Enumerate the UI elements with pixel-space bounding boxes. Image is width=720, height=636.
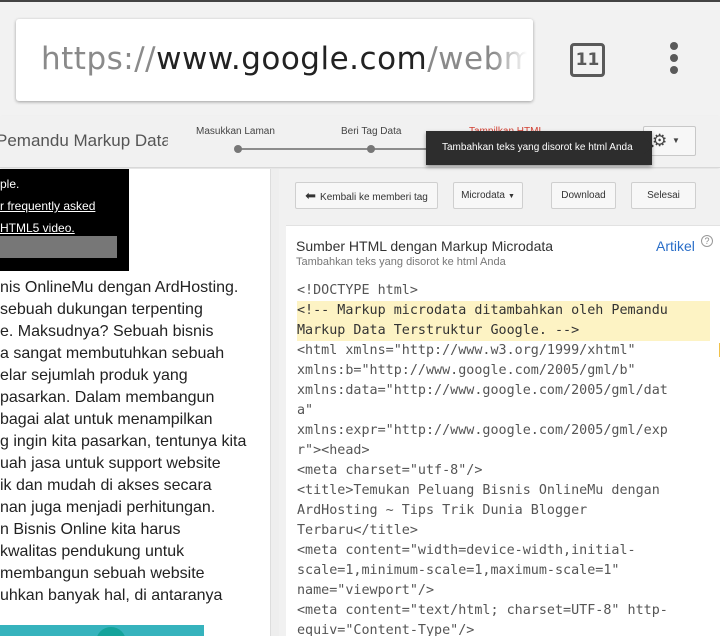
step-dot-2 [367,145,375,153]
video-link[interactable]: r frequently asked [0,199,129,221]
url-scheme: https:// [41,41,157,77]
source-subtitle: Tambahkan teks yang disorot ke html Anda [296,256,506,268]
html-output-pane: ⬅ Kembali ke memberi tag Microdata ▼ Downl… [279,169,720,636]
article-body[interactable]: nis OnlineMu dengan ArdHosting. sebuah d… [0,277,262,607]
article-line: nis OnlineMu dengan ArdHosting. [0,279,239,296]
article-line: bagai alat untuk menampilkan [0,411,213,428]
article-line: nan juga menjadi perhitungan. [0,499,216,516]
video-player[interactable]: ple. r frequently asked HTML5 video. [0,169,129,271]
tooltip-arrow [644,138,654,154]
pane-divider[interactable] [270,169,279,636]
step-label-1: Masukkan Laman [196,126,275,137]
more-vert-icon[interactable] [665,42,683,78]
article-line: g ingin kita pasarkan, tentunya kita [0,433,247,450]
code-line: xmlns:expr="http://www.google.com/2005/g… [297,423,668,438]
code-line: <meta content="text/html; charset=UTF-8"… [297,603,668,618]
url-text[interactable]: https://www.google.com/webmasters [41,41,533,77]
article-line: kwalitas pendukung untuk [0,543,185,560]
article-line: a sangat membutuhkan sebuah [0,345,225,362]
format-dropdown-label: Microdata [461,190,505,201]
code-line: xmlns:b="http://www.google.com/2005/gml/… [297,363,636,378]
code-line: <title>Temukan Peluang Bisnis OnlineMu d… [297,483,660,498]
code-line: <meta content="width=device-width,initia… [297,543,636,558]
code-line: <!DOCTYPE html> [297,283,418,298]
code-line: Terbaru</title> [297,523,418,538]
code-line: scale=1,minimum-scale=1,maximum-scale=1" [297,563,620,578]
article-line: pasarkan. Dalam membangun [0,389,215,406]
back-button-label: Kembali ke memberi tag [320,192,428,203]
article-line: n Bisnis Online kita harus [0,521,181,538]
code-line-highlighted: Markup Data Terstruktur Google. --> [297,321,710,341]
page-preview[interactable]: ple. r frequently asked HTML5 video. nis… [0,169,270,636]
browser-toolbar: https://www.google.com/webmasters 11 [0,0,720,116]
source-title: Sumber HTML dengan Markup Microdata [296,238,554,254]
caret-down-icon: ▼ [671,136,680,145]
article-line: sebuah dukungan terpenting [0,301,203,318]
article-line: elar sejumlah produk yang [0,367,188,384]
step-dot-1 [234,145,242,153]
url-bar[interactable]: https://www.google.com/webmasters [16,19,533,101]
code-line: <html xmlns="http://www.w3.org/1999/xhtm… [297,343,636,358]
code-line: ArdHosting ~ Tips Trik Dunia Blogger [297,503,588,518]
back-to-tagging-button[interactable]: ⬅ Kembali ke memberi tag [295,182,438,209]
caret-down-icon: ▼ [507,193,515,200]
video-progress-bar[interactable] [0,236,117,258]
page-title: Pemandu Markup Data Terstruktur [0,131,168,150]
format-dropdown[interactable]: Microdata ▼ [453,182,523,209]
article-line: uah jasa untuk support website [0,455,221,472]
finish-button[interactable]: Selesai [631,182,696,209]
download-button[interactable]: Download [551,182,616,209]
code-line-highlighted: <!-- Markup microdata ditambahkan oleh P… [297,301,710,321]
url-host: www.google.com [156,41,428,77]
article-line: e. Maksudnya? Sebuah bisnis [0,323,214,340]
url-fade [493,19,533,101]
step-label-2: Beri Tag Data [341,126,402,137]
code-line: <meta charset="utf-8"/> [297,463,483,478]
article-line: ik dan mudah di akses secara [0,477,212,494]
code-line: r"><head> [297,443,370,458]
code-line: equiv="Content-Type"/> [297,623,475,636]
tab-switcher-button[interactable]: 11 [570,43,605,77]
source-card: Sumber HTML dengan Markup Microdata Tamb… [286,225,720,636]
html-source-code[interactable]: <!DOCTYPE html> <!-- Markup microdata dit… [297,281,710,636]
arrow-left-icon: ⬅ [305,188,317,203]
tooltip: Tambahkan teks yang disorot ke html Anda [426,131,652,165]
code-line: name="viewport"/> [297,583,435,598]
video-text-line: ple. [0,177,20,191]
article-line: membangun sebuah website [0,565,205,582]
gear-icon: ⚙ [652,131,668,150]
code-line: xmlns:data="http://www.google.com/2005/g… [297,383,668,398]
code-line: a" [297,403,314,418]
progress-steps-line [238,148,438,150]
schema-type-link[interactable]: Artikel [656,238,695,254]
article-line: uhkan banyak hal, di antaranya [0,587,223,604]
help-icon[interactable]: ? [701,235,713,247]
